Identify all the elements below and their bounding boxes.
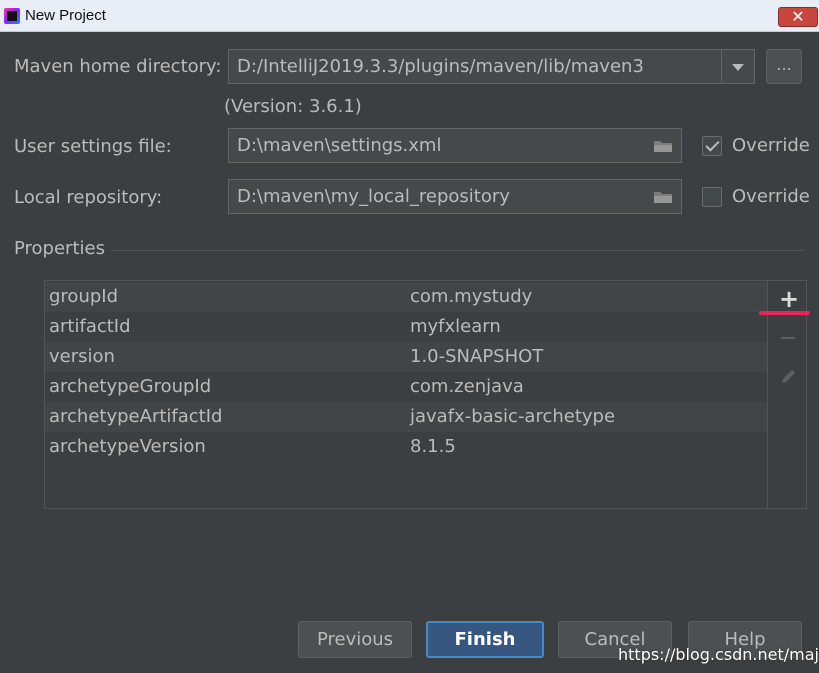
user-settings-override-checkbox[interactable] (702, 136, 722, 156)
chevron-down-icon[interactable] (721, 50, 754, 83)
property-key: archetypeArtifactId (49, 406, 223, 427)
property-value: myfxlearn (410, 316, 501, 337)
highlight-underline (759, 311, 810, 315)
local-repository-field[interactable]: D:\maven\my_local_repository (228, 179, 682, 214)
property-value: com.mystudy (410, 286, 533, 307)
table-row[interactable]: version 1.0-SNAPSHOT (45, 342, 767, 372)
maven-home-label: Maven home directory: (14, 56, 222, 77)
window-title: New Project (25, 7, 106, 24)
user-settings-override-label[interactable]: Override (732, 135, 810, 156)
local-repository-override-checkbox[interactable] (702, 187, 722, 207)
finish-button[interactable]: Finish (426, 621, 544, 658)
section-divider (110, 250, 804, 251)
property-key: version (49, 346, 115, 367)
close-button[interactable]: ✕ (778, 7, 818, 27)
browse-maven-home-button[interactable]: ... (766, 49, 802, 84)
property-value: 8.1.5 (410, 436, 456, 457)
folder-icon[interactable] (653, 139, 673, 153)
intellij-logo-icon (4, 8, 20, 24)
add-property-button[interactable]: + (779, 284, 799, 314)
maven-version-text: (Version: 3.6.1) (224, 96, 362, 117)
remove-property-button[interactable] (779, 328, 797, 348)
title-bar: New Project ✕ (0, 0, 819, 32)
table-row[interactable]: archetypeVersion 8.1.5 (45, 432, 767, 462)
maven-home-value: D:/IntelliJ2019.3.3/plugins/maven/lib/ma… (237, 56, 644, 77)
property-value: com.zenjava (410, 376, 524, 397)
user-settings-value: D:\maven\settings.xml (237, 135, 442, 156)
edit-pencil-icon[interactable] (779, 366, 799, 386)
property-key: groupId (49, 286, 119, 307)
maven-home-dropdown[interactable]: D:/IntelliJ2019.3.3/plugins/maven/lib/ma… (228, 49, 755, 84)
folder-icon[interactable] (653, 190, 673, 204)
user-settings-label: User settings file: (14, 136, 172, 157)
property-key: archetypeVersion (49, 436, 206, 457)
table-row[interactable]: groupId com.mystudy (45, 282, 767, 312)
local-repository-override-label[interactable]: Override (732, 186, 810, 207)
property-key: artifactId (49, 316, 131, 337)
table-row[interactable]: archetypeGroupId com.zenjava (45, 372, 767, 402)
user-settings-field[interactable]: D:\maven\settings.xml (228, 128, 682, 163)
checkmark-icon (705, 137, 720, 152)
property-value: javafx-basic-archetype (410, 406, 616, 427)
local-repository-value: D:\maven\my_local_repository (237, 186, 510, 207)
property-key: archetypeGroupId (49, 376, 212, 397)
table-row[interactable]: archetypeArtifactId javafx-basic-archety… (45, 402, 767, 432)
properties-section-title: Properties (14, 238, 105, 259)
properties-table[interactable]: groupId com.mystudy artifactId myfxlearn… (44, 280, 768, 509)
property-value: 1.0-SNAPSHOT (410, 346, 544, 367)
previous-button[interactable]: Previous (298, 621, 412, 658)
watermark-text: https://blog.csdn.net/majian (618, 645, 819, 664)
local-repository-label: Local repository: (14, 187, 163, 208)
table-row[interactable]: artifactId myfxlearn (45, 312, 767, 342)
